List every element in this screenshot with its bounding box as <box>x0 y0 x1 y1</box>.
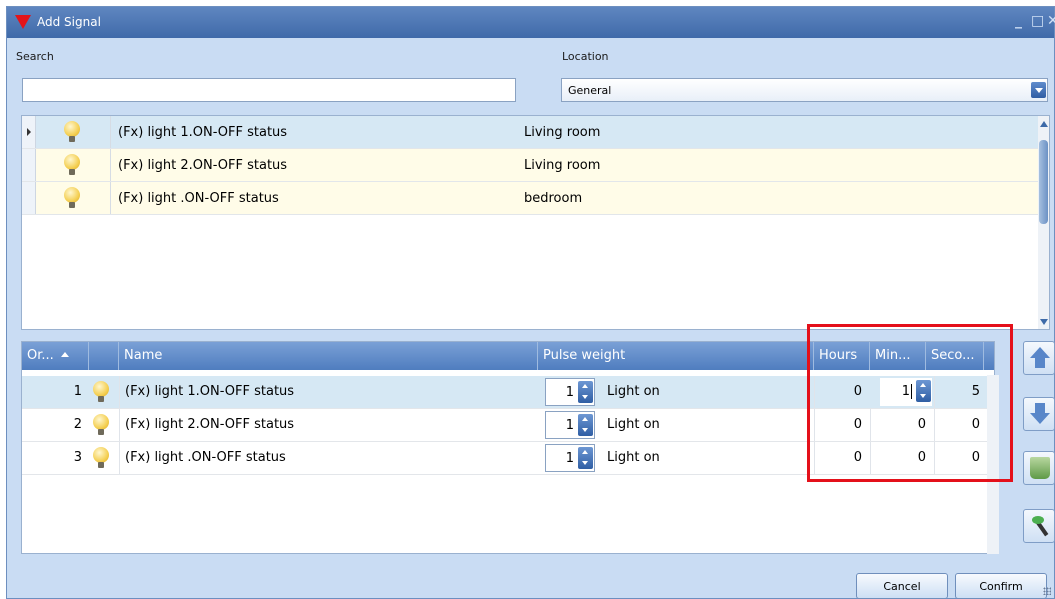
light-bulb-icon <box>93 447 109 469</box>
search-input[interactable] <box>22 78 516 102</box>
signal-location: bedroom <box>524 191 583 206</box>
table-row[interactable]: 2 (Fx) light 2.ON-OFF status 1 Light on … <box>22 409 993 442</box>
signal-location: Living room <box>524 125 601 140</box>
pulse-label: Light on <box>607 450 660 465</box>
spin-arrows-icon[interactable] <box>916 380 931 402</box>
column-header-minutes[interactable]: Min... <box>870 342 926 370</box>
signal-name: (Fx) light .ON-OFF status <box>118 191 279 206</box>
app-logo-icon <box>15 15 31 29</box>
seconds-cell[interactable]: 5 <box>940 384 980 399</box>
list-item[interactable]: (Fx) light 1.ON-OFF status Living room <box>22 116 1040 149</box>
auto-config-button[interactable] <box>1023 509 1055 543</box>
hours-cell[interactable]: 0 <box>822 417 862 432</box>
pulse-label: Light on <box>607 417 660 432</box>
light-bulb-icon <box>64 121 80 143</box>
light-bulb-icon <box>93 381 109 403</box>
move-down-button[interactable] <box>1023 397 1055 431</box>
current-row-icon <box>27 128 31 136</box>
minutes-cell[interactable]: 0 <box>880 450 926 465</box>
light-bulb-icon <box>93 414 109 436</box>
grid-header: Or... Name Pulse weight Hours Min... Sec… <box>22 342 994 370</box>
wand-icon <box>1030 515 1050 537</box>
move-up-icon <box>1030 347 1050 369</box>
spin-arrows-icon[interactable] <box>578 381 593 403</box>
move-up-button[interactable] <box>1023 341 1055 375</box>
selected-grid-scrollbar[interactable] <box>987 375 999 554</box>
cancel-button[interactable]: Cancel <box>856 573 948 599</box>
window-title: Add Signal <box>37 15 101 29</box>
search-label: Search <box>16 50 54 63</box>
selected-signals-grid: Or... Name Pulse weight Hours Min... Sec… <box>21 341 995 554</box>
move-down-icon <box>1030 403 1050 425</box>
column-header-name[interactable]: Name <box>119 342 538 370</box>
minutes-cell[interactable]: 0 <box>880 417 926 432</box>
pulse-weight-stepper[interactable]: 1 <box>545 378 595 406</box>
trash-icon <box>1030 457 1050 479</box>
name-cell: (Fx) light .ON-OFF status <box>125 450 286 465</box>
chevron-down-icon[interactable] <box>1031 82 1046 98</box>
hours-cell[interactable]: 0 <box>822 450 862 465</box>
light-bulb-icon <box>64 154 80 176</box>
column-header-order[interactable]: Or... <box>22 342 89 370</box>
scroll-up-icon[interactable] <box>1040 121 1048 127</box>
name-cell: (Fx) light 2.ON-OFF status <box>125 417 295 432</box>
available-signals-grid: (Fx) light 1.ON-OFF status Living room (… <box>21 115 1050 330</box>
light-bulb-icon <box>64 187 80 209</box>
pulse-label: Light on <box>607 384 660 399</box>
minutes-stepper[interactable]: 1 <box>880 378 932 406</box>
signal-name: (Fx) light 1.ON-OFF status <box>118 125 288 140</box>
scroll-down-icon[interactable] <box>1040 319 1048 325</box>
spin-arrows-icon[interactable] <box>578 447 593 469</box>
location-select[interactable]: General <box>561 78 1048 102</box>
table-row[interactable]: 1 (Fx) light 1.ON-OFF status 1 Light on … <box>22 376 993 409</box>
list-item[interactable]: (Fx) light .ON-OFF status bedroom <box>22 182 1040 215</box>
list-item[interactable]: (Fx) light 2.ON-OFF status Living room <box>22 149 1040 182</box>
add-signal-window: Add Signal _ □ ✕ Search Location General… <box>6 6 1055 599</box>
order-cell: 3 <box>73 450 82 465</box>
pulse-weight-stepper[interactable]: 1 <box>545 411 595 439</box>
column-header-hours[interactable]: Hours <box>814 342 870 370</box>
sort-ascending-icon <box>60 352 69 357</box>
hours-cell[interactable]: 0 <box>822 384 862 399</box>
column-header-pulse-weight[interactable]: Pulse weight <box>538 342 814 370</box>
spin-arrows-icon[interactable] <box>578 414 593 436</box>
seconds-cell[interactable]: 0 <box>940 417 980 432</box>
minimize-icon[interactable]: _ <box>1015 13 1022 29</box>
scrollbar-thumb[interactable] <box>1039 140 1048 224</box>
location-label: Location <box>562 50 609 63</box>
maximize-icon[interactable]: □ <box>1031 13 1044 29</box>
seconds-cell[interactable]: 0 <box>940 450 980 465</box>
column-header-seconds[interactable]: Seco... <box>926 342 984 370</box>
row-indicator <box>22 116 36 148</box>
remove-button[interactable] <box>1023 451 1055 485</box>
confirm-button[interactable]: Confirm <box>955 573 1047 599</box>
location-selected-value: General <box>568 84 612 97</box>
order-cell: 1 <box>73 384 82 399</box>
title-bar[interactable]: Add Signal _ □ ✕ <box>7 7 1055 38</box>
name-cell: (Fx) light 1.ON-OFF status <box>125 384 295 399</box>
vertical-scrollbar[interactable] <box>1038 116 1049 329</box>
signal-location: Living room <box>524 158 601 173</box>
pulse-weight-stepper[interactable]: 1 <box>545 444 595 472</box>
resize-grip[interactable] <box>1043 587 1051 595</box>
order-cell: 2 <box>73 417 82 432</box>
signal-name: (Fx) light 2.ON-OFF status <box>118 158 288 173</box>
close-icon[interactable]: ✕ <box>1047 13 1055 29</box>
table-row[interactable]: 3 (Fx) light .ON-OFF status 1 Light on 0… <box>22 442 993 475</box>
